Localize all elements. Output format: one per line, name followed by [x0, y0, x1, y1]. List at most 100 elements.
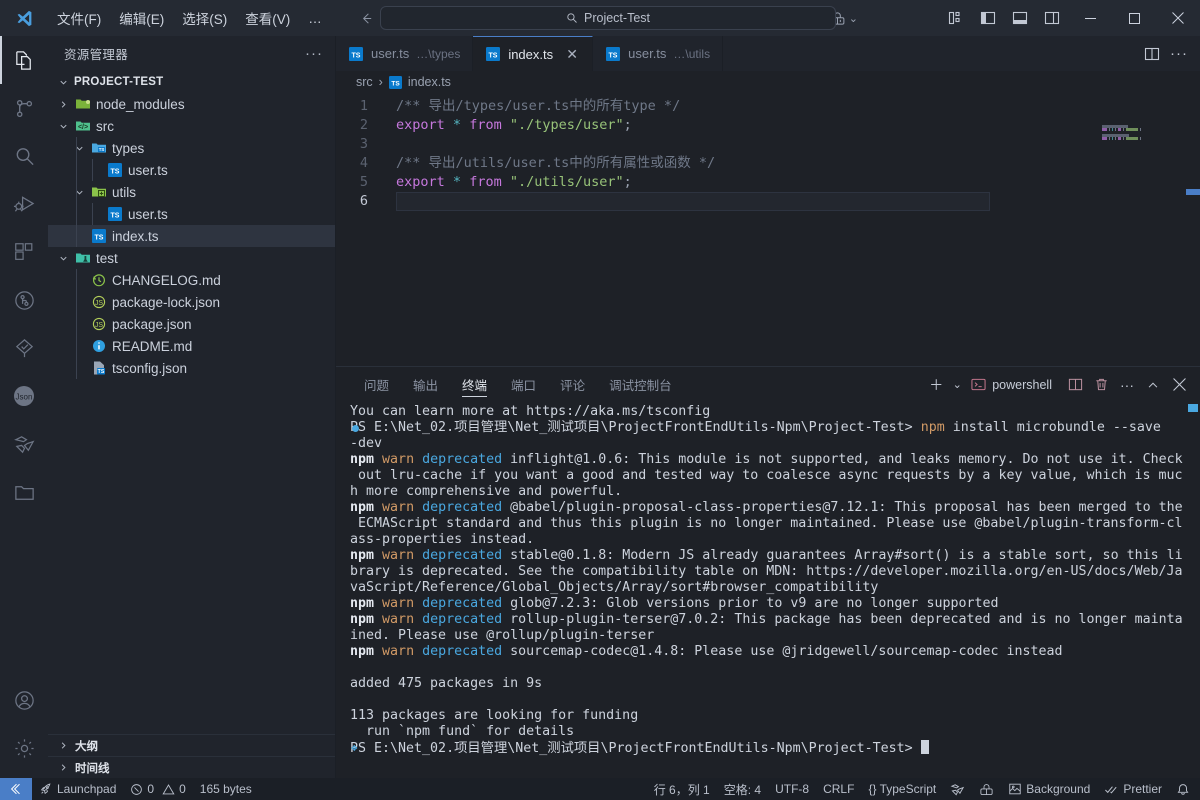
close-panel-icon[interactable]: [1166, 372, 1192, 398]
breadcrumb[interactable]: src › TS index.ts: [336, 71, 1200, 93]
tree-file-item[interactable]: TS tsconfig.json: [48, 357, 335, 379]
panel-tab-调试控制台[interactable]: 调试控制台: [597, 367, 684, 402]
status-launchpad[interactable]: Launchpad: [32, 778, 123, 800]
code-view[interactable]: 1 2 3 4 5 6 /** 导出/types/user.ts中的所有type */ ex…: [336, 93, 1090, 366]
tree-file-item[interactable]: JS package-lock.json: [48, 291, 335, 313]
editor-tab-index-ts[interactable]: TS index.ts ✕: [473, 36, 594, 71]
menu-edit[interactable]: 编辑(E): [110, 4, 173, 32]
split-terminal-icon[interactable]: [1062, 372, 1088, 398]
toggle-primary-sidebar-icon[interactable]: [972, 3, 1004, 33]
breadcrumb-src[interactable]: src: [356, 75, 373, 89]
toggle-secondary-sidebar-icon[interactable]: [1036, 3, 1068, 33]
window-close-button[interactable]: [1156, 0, 1200, 36]
settings-gear-icon[interactable]: [0, 724, 48, 772]
panel-tab-终端[interactable]: 终端: [450, 367, 499, 402]
panel-tabs[interactable]: 问题 输出 终端 端口 评论 调试控制台: [352, 367, 684, 402]
editor-tab-user-ts-utils[interactable]: TS user.ts …\utils: [593, 36, 724, 71]
file-tree[interactable]: node_modules </> src TS types TS user.ts utils T…: [48, 93, 335, 734]
git-graph-icon[interactable]: [0, 276, 48, 324]
panel-more-actions-icon[interactable]: ···: [1114, 372, 1140, 398]
extensions-icon[interactable]: [0, 228, 48, 276]
panel-tab-输出[interactable]: 输出: [401, 367, 450, 402]
terminal-tab-powershell[interactable]: powershell: [965, 377, 1062, 392]
tree-file-item[interactable]: JS package.json: [48, 313, 335, 335]
testing-tree-icon[interactable]: [0, 324, 48, 372]
menu-bar[interactable]: 文件(F) 编辑(E) 选择(S) 查看(V) …: [48, 4, 331, 32]
tree-folder-item[interactable]: TS types: [48, 137, 335, 159]
sidebar-section-outline[interactable]: 大纲: [48, 734, 335, 756]
tree-folder-item[interactable]: </> src: [48, 115, 335, 137]
breadcrumb-file[interactable]: index.ts: [408, 75, 451, 89]
editor-actions[interactable]: ···: [1132, 36, 1200, 71]
run-and-debug-icon[interactable]: [0, 180, 48, 228]
editor-tab-user-ts-types[interactable]: TS user.ts …\types: [336, 36, 474, 71]
status-problems[interactable]: 0 0: [123, 778, 192, 800]
status-volar[interactable]: [943, 778, 972, 800]
tree-folder-item[interactable]: utils: [48, 181, 335, 203]
vue-icon[interactable]: [0, 420, 48, 468]
tree-folder-item[interactable]: test: [48, 247, 335, 269]
arrow-left-icon[interactable]: [353, 7, 381, 29]
tree-file-item[interactable]: README.md: [48, 335, 335, 357]
menu-file[interactable]: 文件(F): [48, 4, 110, 32]
source-control-icon[interactable]: [0, 84, 48, 132]
status-background-tasks[interactable]: Background: [1001, 778, 1097, 800]
status-remote-accounts[interactable]: [972, 778, 1001, 800]
code-line[interactable]: export * from "./utils/user";: [380, 173, 1090, 192]
chevron-down-icon[interactable]: [72, 187, 86, 198]
remote-window-indicator[interactable]: [0, 778, 32, 800]
panel-tab-评论[interactable]: 评论: [548, 367, 597, 402]
status-prettier[interactable]: Prettier: [1097, 778, 1169, 800]
new-terminal-button[interactable]: ＋: [923, 372, 949, 398]
chevron-down-icon[interactable]: [56, 121, 70, 132]
explorer-icon[interactable]: [0, 36, 48, 84]
editor-more-actions-icon[interactable]: ···: [1170, 45, 1188, 62]
status-language-mode[interactable]: {} TypeScript: [861, 778, 943, 800]
window-minimize-button[interactable]: [1068, 0, 1112, 36]
menu-selection[interactable]: 选择(S): [173, 4, 236, 32]
terminal-output[interactable]: You can learn more at https://aka.ms/tsc…: [336, 402, 1200, 778]
window-maximize-button[interactable]: [1112, 0, 1156, 36]
panel-tab-端口[interactable]: 端口: [499, 367, 548, 402]
tree-file-item[interactable]: TS user.ts: [48, 159, 335, 181]
chevron-down-icon[interactable]: [72, 143, 86, 154]
status-notifications[interactable]: [1169, 778, 1200, 800]
tree-file-item[interactable]: TS user.ts: [48, 203, 335, 225]
tree-file-item[interactable]: TS index.ts: [48, 225, 335, 247]
chevron-up-icon[interactable]: [1140, 372, 1166, 398]
menu-view[interactable]: 查看(V): [236, 4, 299, 32]
code-line[interactable]: [380, 135, 1090, 154]
editor-body[interactable]: 1 2 3 4 5 6 /** 导出/types/user.ts中的所有type */ ex…: [336, 93, 1200, 366]
code-line[interactable]: /** 导出/types/user.ts中的所有type */: [380, 97, 1090, 116]
customize-layout-icon[interactable]: [940, 3, 972, 33]
code-content[interactable]: /** 导出/types/user.ts中的所有type */ export * …: [380, 97, 1090, 366]
sidebar-more-actions-icon[interactable]: ···: [305, 45, 323, 62]
status-cursor-position[interactable]: 行 6，列 1: [647, 778, 717, 800]
sidebar-section-timeline[interactable]: 时间线: [48, 756, 335, 778]
panel-tab-问题[interactable]: 问题: [352, 367, 401, 402]
status-file-size[interactable]: 165 bytes: [193, 778, 259, 800]
trash-icon[interactable]: [1088, 372, 1114, 398]
editor-tabs[interactable]: TS user.ts …\types TS index.ts ✕ TS user.ts …\ut…: [336, 36, 1200, 71]
tree-file-item[interactable]: CHANGELOG.md: [48, 269, 335, 291]
json-icon[interactable]: Json: [0, 372, 48, 420]
menu-more[interactable]: …: [299, 7, 331, 30]
chevron-down-icon[interactable]: [56, 253, 70, 264]
minimap[interactable]: [1090, 93, 1200, 366]
search-icon[interactable]: [0, 132, 48, 180]
status-indentation[interactable]: 空格: 4: [717, 778, 768, 800]
accounts-icon[interactable]: [0, 676, 48, 724]
folder-icon[interactable]: [0, 468, 48, 516]
command-center[interactable]: Project-Test: [380, 6, 836, 30]
editor-scrollbar-thumb[interactable]: [1186, 189, 1200, 195]
split-editor-icon[interactable]: [1144, 46, 1160, 62]
explorer-root-folder[interactable]: PROJECT-TEST: [48, 71, 335, 93]
status-eol[interactable]: CRLF: [816, 778, 861, 800]
status-encoding[interactable]: UTF-8: [768, 778, 816, 800]
panel-actions[interactable]: ＋ ⌄ powershell ···: [923, 372, 1200, 398]
editor-tab-close-icon[interactable]: ✕: [564, 46, 580, 63]
code-line[interactable]: /** 导出/utils/user.ts中的所有属性或函数 */: [380, 154, 1090, 173]
new-terminal-chevron-icon[interactable]: ⌄: [949, 372, 965, 398]
toggle-panel-icon[interactable]: [1004, 3, 1036, 33]
chevron-right-icon[interactable]: [56, 99, 70, 110]
